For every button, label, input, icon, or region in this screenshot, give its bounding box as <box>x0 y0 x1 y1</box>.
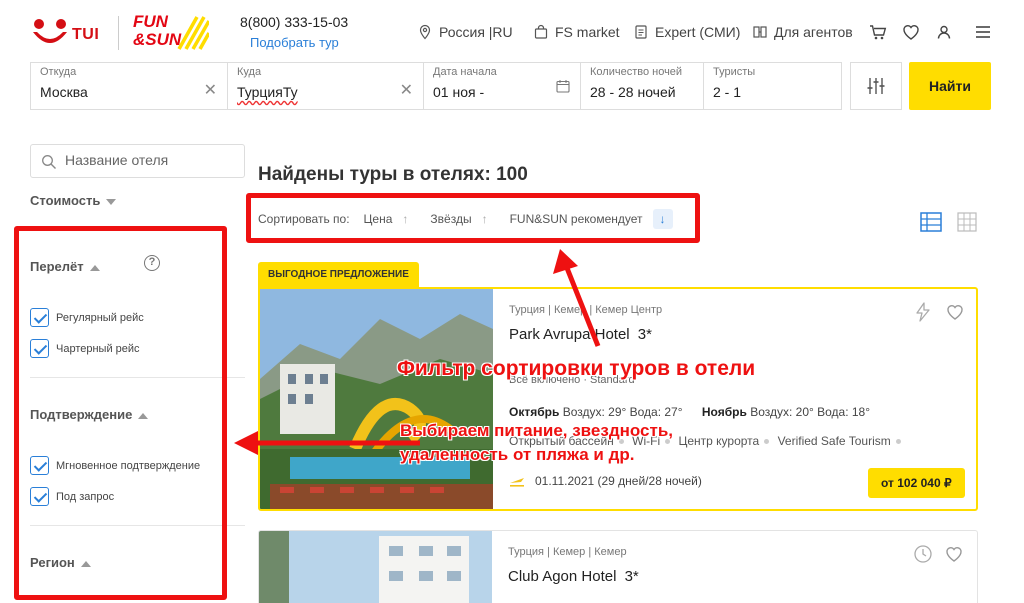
location-pin-icon <box>419 24 431 40</box>
to-value[interactable]: ТурцияТу <box>237 84 298 100</box>
hotel-name[interactable]: Club Agon Hotel <box>508 568 616 585</box>
pick-tour-link[interactable]: Подобрать тур <box>250 35 339 50</box>
search-icon <box>42 155 56 169</box>
hotel-breadcrumb[interactable]: Турция | Кемер | Кемер <box>508 546 627 558</box>
phone-number[interactable]: 8(800) 333-15-03 <box>240 14 348 30</box>
sort-highlight-box <box>246 193 700 243</box>
plane-icon <box>510 478 524 487</box>
shopping-bag-icon <box>534 24 548 39</box>
page-root: TUI FUN &SUN 8(800) 333-15-03 Подобрать … <box>0 0 1024 603</box>
feature-item: Центр курорта <box>678 434 760 448</box>
weather-nov-value: Воздух: 20° Вода: 18° <box>750 405 871 419</box>
date-field[interactable]: Дата начала 01 ноя - <box>424 63 581 109</box>
hotel-name-input[interactable] <box>65 152 235 168</box>
tui-logo[interactable]: TUI <box>30 16 99 55</box>
tour-date-text: 01.11.2021 (29 дней/28 ночей) <box>535 474 702 488</box>
user-icon[interactable] <box>934 22 954 42</box>
nights-value[interactable]: 28 - 28 ночей <box>590 84 676 100</box>
hotel-stars: 3* <box>624 568 639 585</box>
nav-agents[interactable]: Для агентов <box>752 24 853 40</box>
nav-expert[interactable]: Expert (СМИ) <box>633 24 740 40</box>
clear-icon[interactable]: ✕ <box>400 80 413 100</box>
from-value[interactable]: Москва <box>40 84 88 100</box>
find-button[interactable]: Найти <box>909 62 991 110</box>
grid-view-icon[interactable] <box>957 212 977 232</box>
results-title: Найдены туры в отелях: 100 <box>258 164 528 185</box>
clear-icon[interactable]: ✕ <box>204 80 217 100</box>
to-label: Куда <box>237 66 262 78</box>
hotel-name-search[interactable] <box>30 144 245 178</box>
document-icon <box>635 25 647 39</box>
extra-filters-button[interactable] <box>850 62 902 110</box>
cost-filter-label: Стоимость <box>30 193 101 208</box>
hotel-title[interactable]: Club Agon Hotel 3* <box>508 568 639 585</box>
sort-annotation-caption: Фильтр сортировки туров в отели <box>397 357 756 380</box>
cart-icon[interactable] <box>868 22 888 42</box>
funsun-logo[interactable]: FUN &SUN <box>133 13 209 53</box>
weather-nov-label: Ноябрь <box>701 405 747 419</box>
deal-badge: ВЫГОДНОЕ ПРЕДЛОЖЕНИЕ <box>258 262 419 287</box>
heart-icon[interactable] <box>944 544 964 564</box>
weather-oct-label: Октябрь <box>509 405 560 419</box>
filters-highlight-box <box>14 226 227 600</box>
nav-fs-market-label: FS market <box>555 24 620 40</box>
cost-filter-toggle[interactable]: Стоимость <box>30 193 117 208</box>
date-label: Дата начала <box>433 66 497 78</box>
tourists-label: Туристы <box>713 66 756 78</box>
weather-oct-value: Воздух: 29° Вода: 27° <box>562 405 683 419</box>
hotel-photo[interactable] <box>260 289 493 509</box>
nights-label: Количество ночей <box>590 66 683 78</box>
tourists-value[interactable]: 2 - 1 <box>713 84 741 100</box>
menu-icon[interactable] <box>973 22 993 42</box>
filter-annotation-caption-2: удаленность от пляжа и др. <box>400 445 635 464</box>
nights-field[interactable]: Количество ночей 28 - 28 ночей <box>581 63 704 109</box>
hotel-title[interactable]: Park Avrupa Hotel 3* <box>509 326 652 343</box>
clock-icon <box>914 545 932 563</box>
bullet <box>764 439 770 445</box>
funsun-logo-line1: FUN <box>133 12 168 31</box>
nav-region-label: Россия |RU <box>439 24 513 40</box>
tui-logo-text: TUI <box>72 26 100 43</box>
heart-icon[interactable] <box>945 302 965 322</box>
nav-fs-market[interactable]: FS market <box>533 24 620 40</box>
hotel-name[interactable]: Park Avrupa Hotel <box>509 326 630 343</box>
lightning-icon <box>916 302 930 322</box>
hotel-stars: 3* <box>637 326 652 343</box>
tour-date: 01.11.2021 (29 дней/28 ночей) <box>509 474 702 488</box>
logo-divider <box>118 16 119 50</box>
price-button[interactable]: от 102 040 ₽ <box>868 468 965 498</box>
tour-search-form: Откуда Москва ✕ Куда ТурцияТу ✕ Дата нач… <box>30 62 842 110</box>
hotel-breadcrumb[interactable]: Турция | Кемер | Кемер Центр <box>509 304 662 316</box>
from-field[interactable]: Откуда Москва ✕ <box>31 63 228 109</box>
tui-smile-icon <box>33 19 67 43</box>
chevron-down-icon <box>106 198 117 205</box>
sliders-icon <box>867 78 885 94</box>
feature-item: Verified Safe Tourism <box>777 434 891 448</box>
hotel-photo[interactable] <box>259 531 492 603</box>
funsun-logo-line2: &SUN <box>133 30 182 49</box>
funsun-stripes-icon <box>177 16 209 50</box>
hotel-weather: Октябрь Воздух: 29° Вода: 27° Ноябрь Воз… <box>509 405 870 419</box>
heart-icon[interactable] <box>901 22 921 42</box>
tourists-field[interactable]: Туристы 2 - 1 <box>704 63 841 109</box>
calendar-icon[interactable] <box>556 79 570 93</box>
date-value[interactable]: 01 ноя - <box>433 84 484 100</box>
nav-agents-label: Для агентов <box>774 24 853 40</box>
site-header: TUI FUN &SUN 8(800) 333-15-03 Подобрать … <box>0 0 1024 66</box>
nav-region[interactable]: Россия |RU <box>417 24 513 40</box>
filter-annotation-caption-1: Выбираем питание, звездность, <box>400 421 673 440</box>
hotel-card[interactable]: Турция | Кемер | Кемер Club Agon Hotel 3… <box>258 530 978 603</box>
hotel-card[interactable]: Турция | Кемер | Кемер Центр Park Avrupa… <box>258 287 978 511</box>
from-label: Откуда <box>40 66 77 78</box>
nav-expert-label: Expert (СМИ) <box>655 24 741 40</box>
list-view-icon[interactable] <box>920 212 942 232</box>
bullet <box>895 439 901 445</box>
to-field[interactable]: Куда ТурцияТу ✕ <box>228 63 424 109</box>
handshake-icon <box>753 26 767 38</box>
